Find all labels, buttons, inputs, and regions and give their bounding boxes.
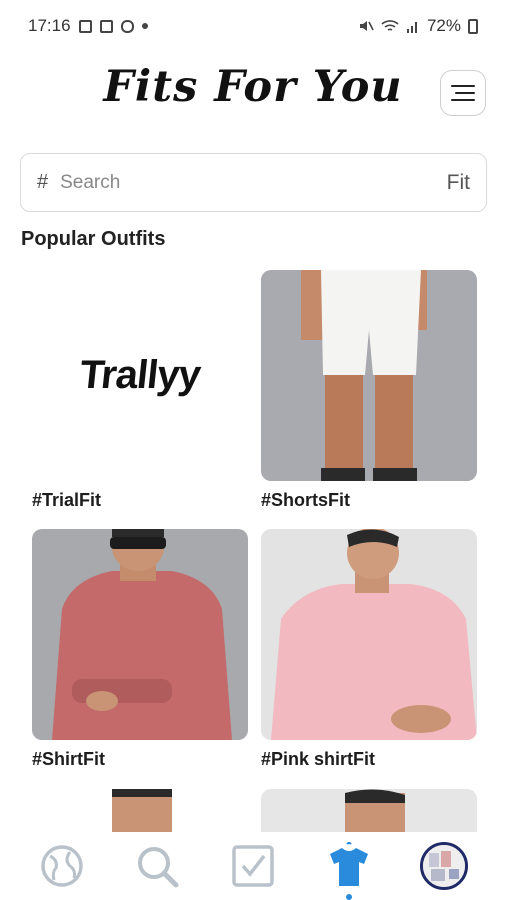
outfit-card-pinkshirtfit[interactable]: #Pink shirtFit	[261, 529, 477, 770]
signal-icon	[406, 21, 417, 33]
wifi-icon	[381, 20, 399, 31]
outfit-label: #ShortsFit	[261, 490, 351, 510]
search-input[interactable]	[60, 171, 447, 194]
status-left: 17:16	[28, 16, 148, 36]
nav-tasks[interactable]	[227, 840, 279, 892]
outfit-image-shirtfit[interactable]	[32, 529, 248, 740]
nav-search[interactable]	[131, 840, 183, 892]
search-icon	[138, 847, 179, 888]
outfit-image-shortsfit[interactable]	[261, 270, 477, 481]
battery-percent: 72%	[426, 16, 461, 35]
outfit-image-pinkshirtfit[interactable]	[261, 529, 477, 740]
nav-outfits[interactable]	[323, 840, 375, 900]
nav-profile[interactable]	[418, 840, 470, 892]
outfit-image-next-right[interactable]	[261, 789, 477, 832]
outfit-card-next-left[interactable]	[32, 789, 248, 832]
menu-icon-line-2	[455, 92, 475, 94]
outfit-label: #TrialFit	[32, 490, 102, 510]
menu-icon-line-3	[451, 99, 475, 101]
avatar[interactable]	[420, 842, 469, 890]
outfit-card-next-right[interactable]	[261, 789, 477, 832]
header: Fits For You	[0, 52, 506, 140]
search-bar[interactable]: # Fit	[20, 153, 487, 212]
shirt-photo	[32, 529, 248, 740]
outfit-card-shortsfit[interactable]: #ShortsFit	[261, 270, 477, 511]
outfit-label: #ShirtFit	[32, 749, 106, 769]
hashtag-prefix: #	[37, 171, 49, 193]
tshirt-icon	[329, 842, 368, 886]
status-bar: 17:16 72%	[0, 0, 506, 52]
menu-icon-line-1	[451, 85, 475, 87]
next-right-photo	[345, 789, 405, 832]
brand-logo: Trallyy	[77, 353, 203, 397]
bottom-nav	[0, 832, 506, 900]
battery-icon	[468, 18, 478, 34]
nav-explore[interactable]	[36, 840, 88, 892]
outfit-image-trialfit[interactable]: Trallyy	[32, 270, 248, 481]
more-notifications-icon	[141, 23, 148, 29]
checkbox-icon	[232, 845, 274, 887]
pink-shirt-photo	[261, 529, 477, 740]
app-title: Fits For You	[103, 62, 403, 112]
avatar-image	[423, 845, 466, 887]
outfit-image-next-left[interactable]	[32, 789, 248, 832]
menu-button[interactable]	[440, 70, 486, 116]
globe-icon	[41, 845, 83, 887]
outfit-label: #Pink shirtFit	[261, 749, 376, 769]
status-time: 17:16	[28, 16, 71, 35]
outfit-card-trialfit[interactable]: Trallyy #TrialFit	[32, 270, 248, 511]
gallery-notification-icon	[78, 19, 92, 33]
outfit-card-shirtfit[interactable]: #ShirtFit	[32, 529, 248, 770]
shorts-photo	[261, 270, 477, 481]
search-suffix: Fit	[446, 170, 470, 194]
section-title: Popular Outfits	[21, 228, 166, 250]
mute-icon	[359, 21, 374, 31]
status-right: 72%	[358, 16, 478, 36]
active-indicator	[345, 894, 352, 900]
cloud-notification-icon	[120, 19, 134, 33]
app-notification-icon	[99, 19, 113, 33]
next-left-photo	[112, 789, 172, 832]
